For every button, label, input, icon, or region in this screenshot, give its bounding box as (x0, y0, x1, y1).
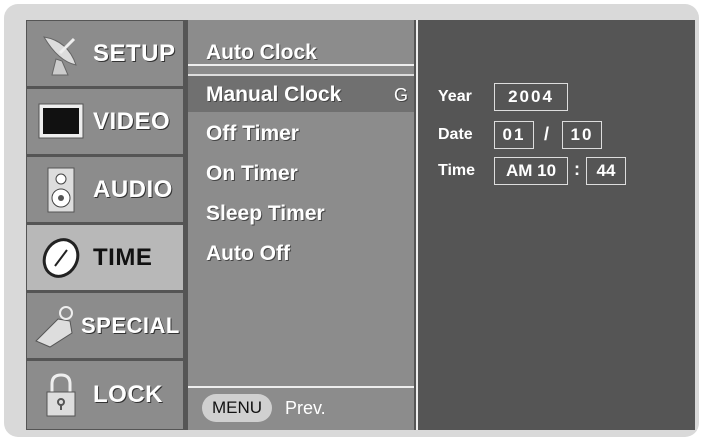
nav-item-special[interactable]: SPECIAL (26, 292, 184, 359)
nav-label-time: TIME (93, 243, 153, 271)
time-submenu: Auto Clock Manual Clock G Off Timer On T… (188, 20, 414, 430)
menu-item-label: Manual Clock (206, 83, 342, 106)
time-separator: : (574, 159, 580, 179)
padlock-icon (37, 371, 85, 419)
date-label: Date (438, 126, 473, 143)
nav-label-audio: AUDIO (93, 175, 173, 203)
tag-icon (31, 302, 79, 350)
menu-item-sleep-timer[interactable]: Sleep Timer (206, 202, 325, 226)
satellite-dish-icon (37, 30, 85, 78)
hour-field[interactable]: AM 10 (494, 157, 568, 185)
nav-item-time[interactable]: TIME (26, 224, 184, 291)
osd-screen: SETUP VIDEO AUDIO TIME SPECIAL LOCK Auto… (26, 20, 695, 430)
submenu-arrow-icon: G (393, 85, 408, 105)
menu-button[interactable]: MENU (202, 394, 272, 422)
menu-item-auto-clock[interactable]: Auto Clock (206, 41, 317, 65)
menu-item-auto-off[interactable]: Auto Off (206, 242, 290, 266)
menu-item-manual-clock[interactable]: Manual Clock G (188, 74, 414, 112)
speaker-icon (37, 166, 85, 214)
menu-item-on-timer[interactable]: On Timer (206, 162, 298, 186)
monitor-icon (37, 98, 85, 146)
nav-label-setup: SETUP (93, 39, 176, 67)
main-menu-nav: SETUP VIDEO AUDIO TIME SPECIAL LOCK (26, 20, 184, 430)
year-field[interactable]: 2004 (494, 83, 568, 111)
day-field[interactable]: 10 (562, 121, 602, 149)
manual-clock-panel: Year 2004 Date 01 / 10 Time AM 10 : 44 (416, 20, 695, 430)
nav-item-audio[interactable]: AUDIO (26, 156, 184, 223)
tv-osd-frame: SETUP VIDEO AUDIO TIME SPECIAL LOCK Auto… (4, 4, 699, 437)
nav-label-video: VIDEO (93, 107, 171, 135)
menu-item-off-timer[interactable]: Off Timer (206, 122, 299, 146)
nav-item-lock[interactable]: LOCK (26, 360, 184, 430)
time-label: Time (438, 162, 476, 179)
clock-icon (37, 234, 85, 282)
month-field[interactable]: 01 (494, 121, 534, 149)
nav-item-setup[interactable]: SETUP (26, 20, 184, 87)
nav-label-lock: LOCK (93, 381, 163, 408)
year-label: Year (438, 88, 472, 105)
minute-field[interactable]: 44 (586, 157, 626, 185)
prev-label: Prev. (285, 398, 326, 418)
nav-item-video[interactable]: VIDEO (26, 88, 184, 155)
nav-label-special: SPECIAL (81, 312, 180, 338)
date-separator: / (544, 124, 550, 144)
